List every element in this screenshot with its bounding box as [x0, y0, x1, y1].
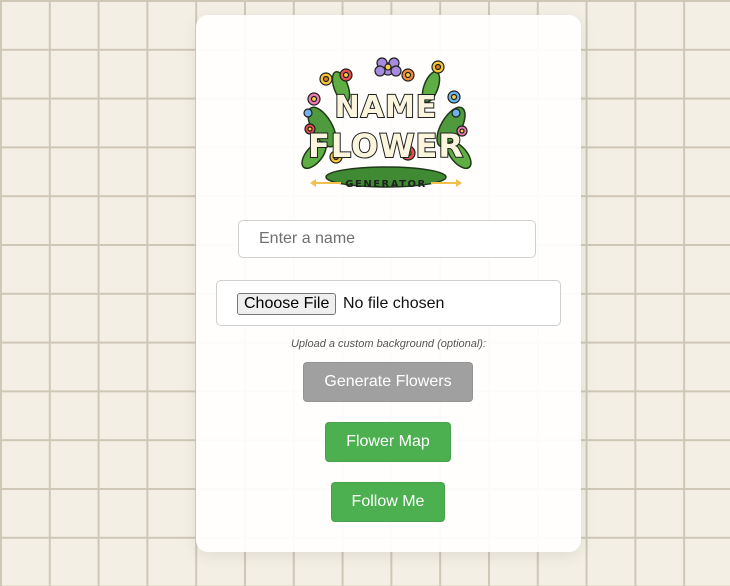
main-card: NAME FLOWER GENERATOR Choose File No fil…: [196, 15, 581, 552]
name-flower-logo: NAME FLOWER GENERATOR: [301, 57, 472, 190]
pink-flower-icon: [307, 92, 321, 106]
logo-subtitle: GENERATOR: [345, 179, 426, 190]
logo-line1: NAME: [335, 90, 438, 125]
orange-flower-icon: [401, 68, 415, 82]
file-status-text: No file chosen: [343, 295, 445, 312]
file-upload-field[interactable]: Choose File No file chosen: [216, 280, 561, 326]
logo-line2: FLOWER: [308, 127, 464, 165]
generate-flowers-button[interactable]: Generate Flowers: [303, 362, 473, 402]
upload-hint-label: Upload a custom background (optional):: [290, 338, 487, 350]
follow-me-button[interactable]: Follow Me: [331, 482, 445, 522]
yellow-flower-icon: [431, 60, 445, 74]
purple-flower-icon: [374, 57, 402, 77]
yellow-flower-icon: [319, 72, 333, 86]
flower-map-button[interactable]: Flower Map: [325, 422, 451, 462]
name-input[interactable]: [238, 220, 536, 258]
red-flower-icon: [339, 68, 353, 82]
blue-flower-icon: [447, 90, 461, 104]
choose-file-button[interactable]: Choose File: [237, 293, 337, 315]
